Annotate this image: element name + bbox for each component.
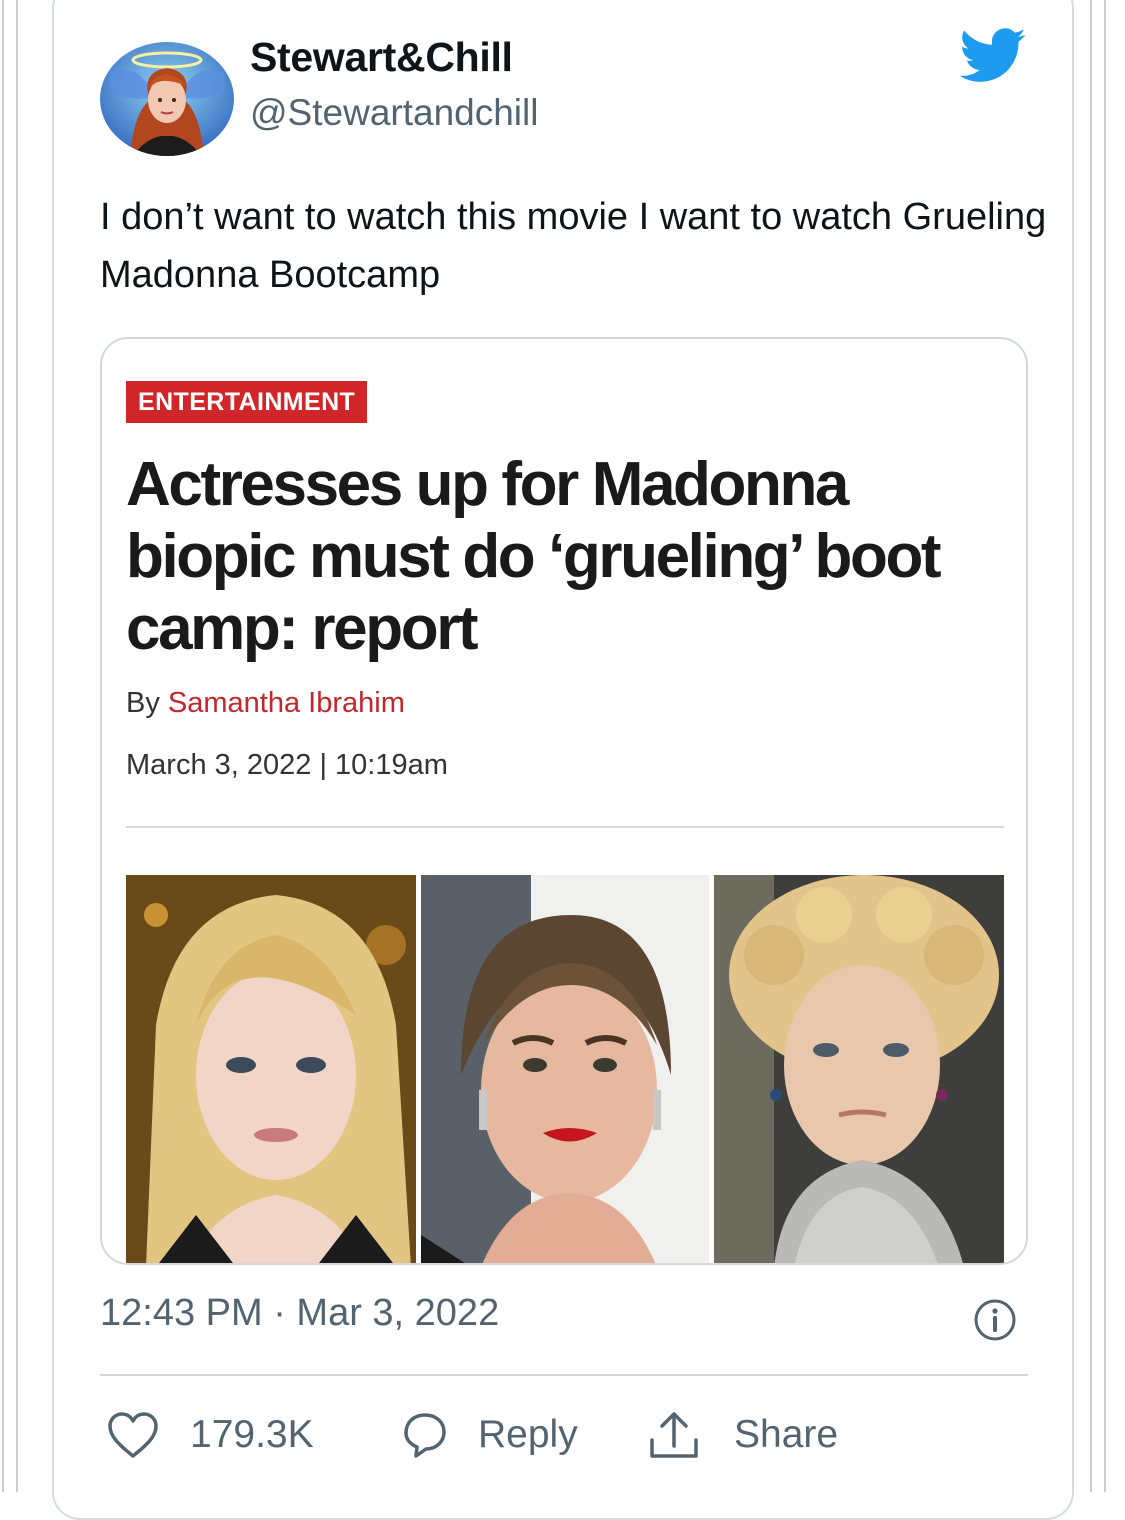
frame-border-left-outer: [2, 0, 4, 1492]
share-button[interactable]: Share: [646, 1405, 838, 1465]
user-handle[interactable]: @Stewartandchill: [250, 92, 538, 134]
article-image: [126, 875, 1004, 1263]
article-byline: By Samantha Ibrahim: [126, 687, 405, 720]
frame-border-right-outer: [1104, 0, 1106, 1492]
frame-border-right-inner: [1090, 0, 1092, 1492]
like-button[interactable]: 179.3K: [106, 1405, 314, 1465]
tweet-text: I don’t want to watch this movie I want …: [100, 196, 1047, 296]
actions-divider: [100, 1374, 1028, 1376]
article-headline: Actresses up for Madonna biopic must do …: [126, 450, 942, 663]
like-count: 179.3K: [190, 1413, 314, 1456]
share-upload-icon: [646, 1406, 702, 1464]
avatar[interactable]: [100, 42, 234, 156]
tweet-timestamp[interactable]: 12:43 PM · Mar 3, 2022: [100, 1292, 499, 1335]
category-tag: ENTERTAINMENT: [126, 381, 368, 423]
article-divider: [126, 826, 1004, 828]
byline-prefix: By: [126, 687, 168, 719]
speech-bubble-icon: [396, 1407, 452, 1463]
article-author[interactable]: Samantha Ibrahim: [168, 687, 405, 719]
info-icon[interactable]: [973, 1298, 1017, 1342]
reply-button[interactable]: Reply: [396, 1405, 578, 1465]
photo-left: [126, 875, 416, 1263]
heart-icon: [106, 1410, 160, 1460]
photo-right: [714, 875, 1004, 1263]
twitter-bird-icon[interactable]: [958, 28, 1028, 84]
article-date: March 3, 2022 | 10:19am: [126, 749, 448, 781]
article-card[interactable]: ENTERTAINMENT Actresses up for Madonna b…: [100, 337, 1028, 1265]
share-label: Share: [734, 1413, 839, 1456]
display-name[interactable]: Stewart&Chill: [250, 34, 513, 81]
photo-center: [421, 875, 709, 1263]
frame-border-left-inner: [16, 0, 18, 1492]
reply-label: Reply: [478, 1413, 578, 1456]
